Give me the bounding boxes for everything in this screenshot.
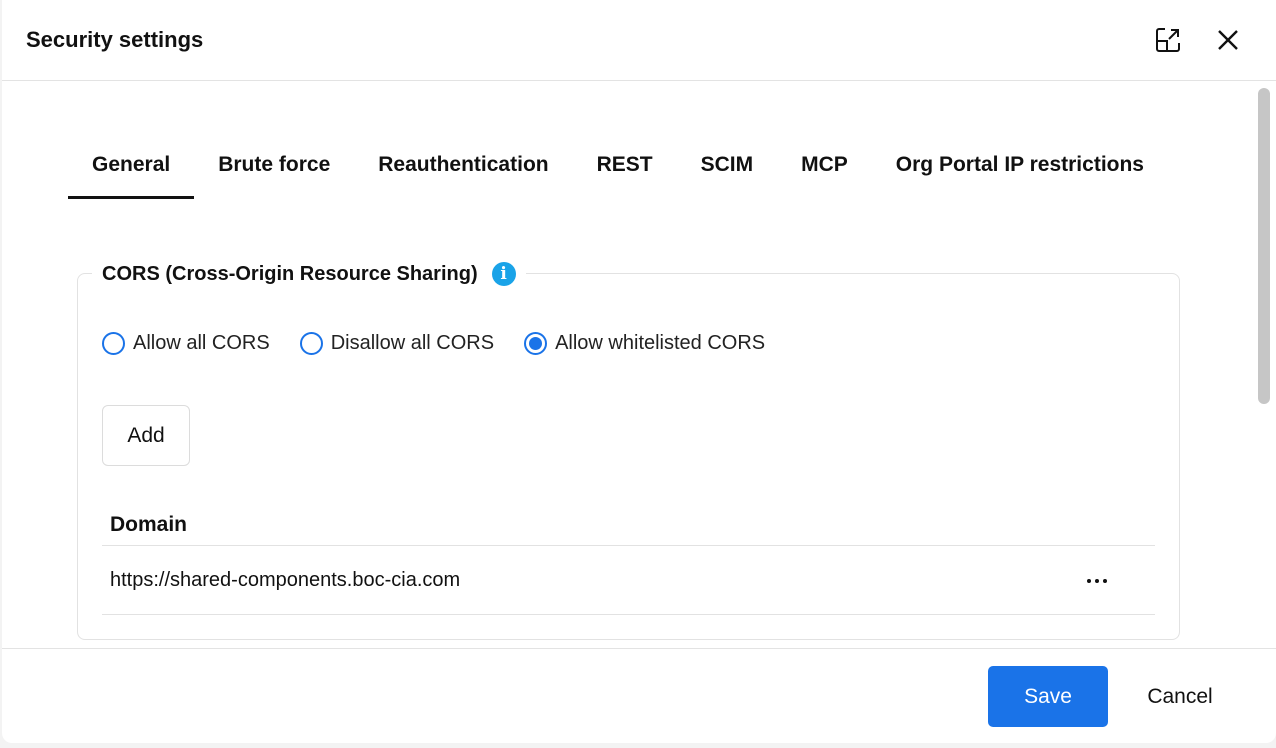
vertical-scrollbar[interactable] (1258, 88, 1270, 404)
cors-legend: CORS (Cross-Origin Resource Sharing) i (92, 258, 526, 290)
radio-label: Disallow all CORS (330, 332, 495, 354)
radio-button-unchecked[interactable] (299, 332, 323, 355)
tab-scim[interactable]: SCIM (677, 141, 778, 199)
cancel-button[interactable]: Cancel (1132, 666, 1228, 727)
more-dot-icon (1087, 579, 1091, 583)
tab-org-portal-ip-restrictions[interactable]: Org Portal IP restrictions (872, 141, 1168, 199)
cors-radio-group: Allow all CORS Disallow all CORS Allow w… (102, 332, 795, 355)
radio-label: Allow whitelisted CORS (555, 332, 766, 354)
add-domain-button[interactable]: Add (102, 405, 190, 466)
cors-section: CORS (Cross-Origin Resource Sharing) i A… (77, 258, 1180, 640)
tab-brute-force[interactable]: Brute force (194, 141, 354, 199)
tab-mcp[interactable]: MCP (777, 141, 872, 199)
radio-label: Allow all CORS (133, 332, 270, 354)
domain-cell: https://shared-components.boc-cia.com (110, 568, 461, 591)
radio-button-unchecked[interactable] (102, 332, 125, 355)
radio-dot (529, 337, 543, 350)
save-button[interactable]: Save (988, 666, 1108, 727)
cors-legend-text: CORS (Cross-Origin Resource Sharing) (102, 262, 478, 285)
radio-allow-all-cors[interactable]: Allow all CORS (102, 332, 270, 355)
row-more-options-button[interactable] (1077, 566, 1117, 596)
security-settings-dialog: Security settings General Brute force Re… (2, 0, 1276, 743)
tab-reauthentication[interactable]: Reauthentication (354, 141, 572, 199)
more-dot-icon (1095, 579, 1099, 583)
popout-button[interactable] (1152, 24, 1184, 56)
tab-general[interactable]: General (68, 141, 195, 199)
info-icon[interactable]: i (491, 262, 516, 286)
table-row: https://shared-components.boc-cia.com (102, 546, 1155, 615)
domain-table: Domain https://shared-components.boc-cia… (102, 504, 1155, 615)
popout-icon (1156, 28, 1180, 52)
column-header-domain: Domain (102, 504, 1155, 546)
radio-allow-whitelisted-cors[interactable]: Allow whitelisted CORS (524, 332, 765, 355)
dialog-body: General Brute force Reauthentication RES… (2, 81, 1276, 648)
tab-bar: General Brute force Reauthentication RES… (68, 141, 1168, 199)
dialog-header: Security settings (2, 0, 1276, 81)
close-icon (1218, 30, 1238, 50)
dialog-footer: Save Cancel (2, 648, 1276, 743)
tab-rest[interactable]: REST (573, 141, 677, 199)
more-dot-icon (1103, 579, 1107, 583)
dialog-title: Security settings (26, 27, 204, 52)
radio-button-checked[interactable] (524, 332, 548, 355)
radio-disallow-all-cors[interactable]: Disallow all CORS (299, 332, 495, 355)
close-button[interactable] (1212, 24, 1244, 56)
